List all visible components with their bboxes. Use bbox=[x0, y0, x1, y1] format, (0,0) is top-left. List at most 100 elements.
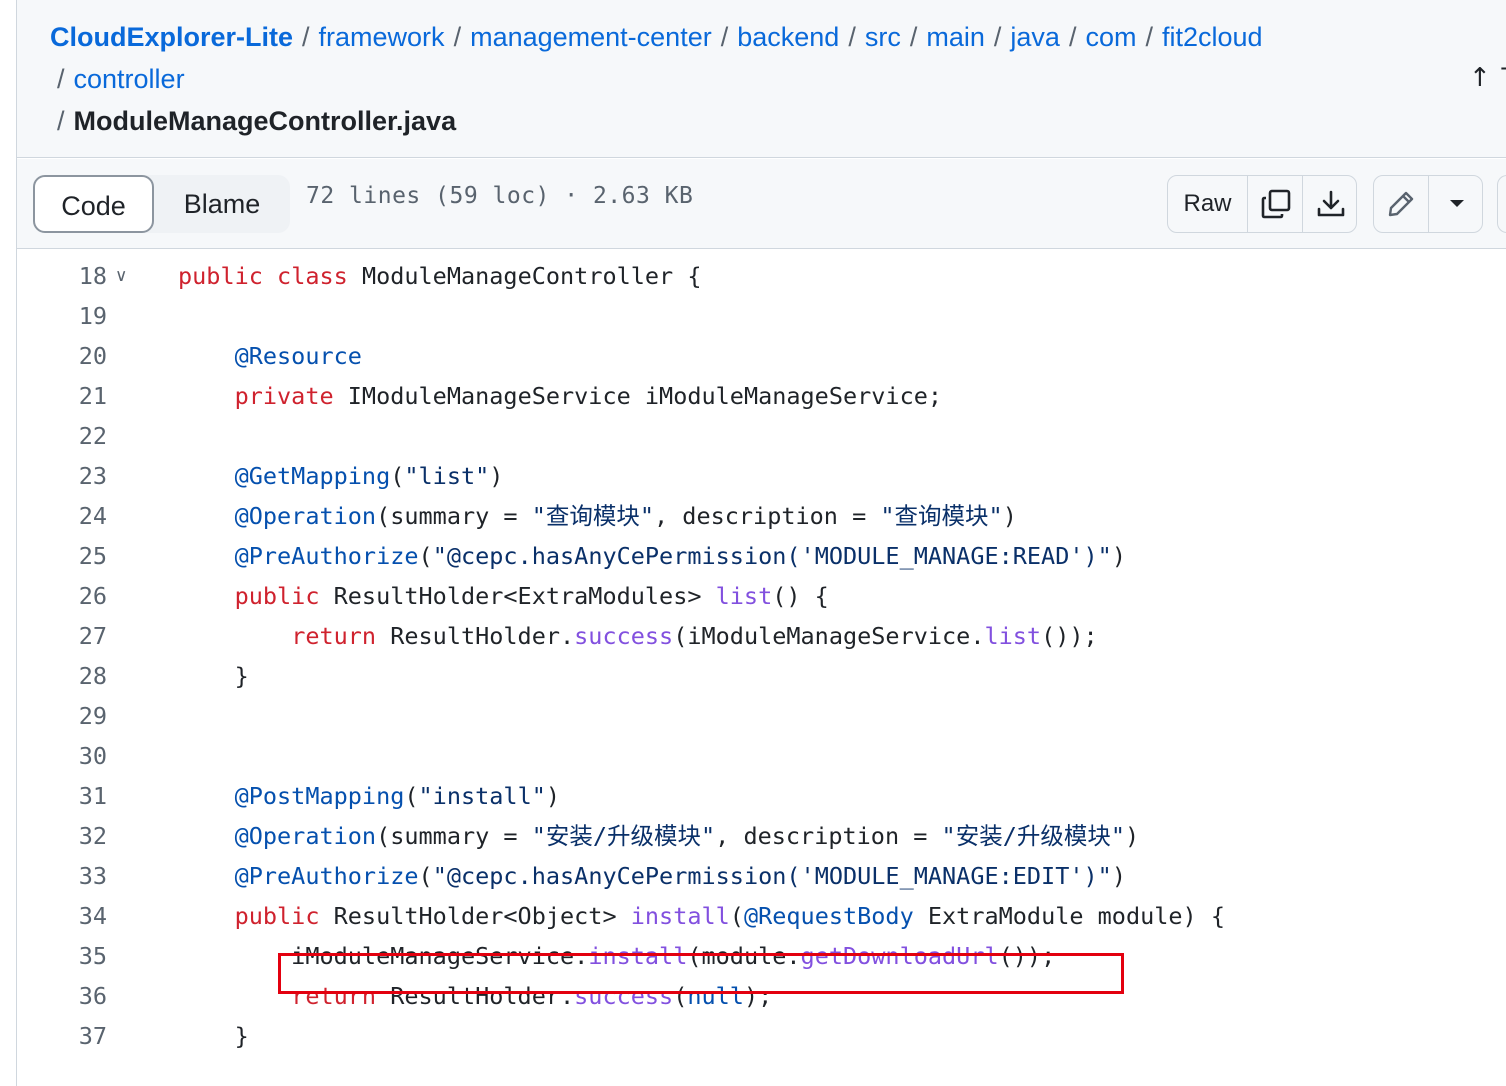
code-token-string: "查询模块" bbox=[880, 502, 1003, 530]
code-token-method: install bbox=[630, 902, 730, 930]
code-token-plain: ) bbox=[489, 462, 504, 490]
breadcrumb-link-fit2cloud[interactable]: fit2cloud bbox=[1162, 22, 1263, 52]
code-token-plain: ( bbox=[418, 862, 433, 890]
breadcrumb-repo-link[interactable]: CloudExplorer-Lite bbox=[50, 22, 293, 52]
line-number[interactable]: 31 bbox=[17, 776, 107, 816]
chevron-down-icon[interactable]: ∨ bbox=[115, 256, 127, 296]
code-token-method: getDownloadUrl bbox=[800, 942, 999, 970]
file-header: CloudExplorer-Lite / framework / management-… bbox=[17, 0, 1506, 158]
line-number[interactable]: 21 bbox=[17, 376, 107, 416]
copy-raw-button[interactable] bbox=[1249, 176, 1303, 232]
code-text: @PreAuthorize("@cepc.hasAnyCePermission(… bbox=[178, 856, 1126, 896]
code-token-plain: ( bbox=[418, 542, 433, 570]
line-number[interactable]: 33 bbox=[17, 856, 107, 896]
code-token-plain: ()); bbox=[1041, 622, 1098, 650]
code-text: public ResultHolder<ExtraModules> list()… bbox=[178, 576, 829, 616]
line-number[interactable]: 25 bbox=[17, 536, 107, 576]
code-line: 26 public ResultHolder<ExtraModules> lis… bbox=[17, 576, 1506, 616]
line-number[interactable]: 24 bbox=[17, 496, 107, 536]
code-line: 32 @Operation(summary = "安装/升级模块", descr… bbox=[17, 816, 1506, 856]
code-token-plain: ) bbox=[1002, 502, 1017, 530]
breadcrumb-separator: / bbox=[720, 22, 729, 52]
line-number[interactable]: 35 bbox=[17, 936, 107, 976]
code-line: 22 bbox=[17, 416, 1506, 456]
code-token-keyword: public bbox=[234, 902, 320, 930]
code-token-plain: ( bbox=[673, 982, 688, 1010]
code-token-method: list bbox=[715, 582, 773, 610]
code-token-plain: ) bbox=[1125, 822, 1140, 850]
code-token-plain: (module. bbox=[687, 942, 801, 970]
breadcrumb-link-src[interactable]: src bbox=[865, 22, 901, 52]
code-token-plain: ResultHolder. bbox=[376, 982, 575, 1010]
line-number[interactable]: 19 bbox=[17, 296, 107, 336]
code-token-plain: (iModuleManageService. bbox=[673, 622, 985, 650]
code-line: 23 @GetMapping("list") bbox=[17, 456, 1506, 496]
line-number[interactable]: 20 bbox=[17, 336, 107, 376]
breadcrumb-link-main[interactable]: main bbox=[926, 22, 985, 52]
raw-button[interactable]: Raw bbox=[1168, 176, 1248, 232]
code-line: 18 ∨ public class ModuleManageController { bbox=[17, 256, 1506, 296]
code-token-method: list bbox=[984, 622, 1042, 650]
breadcrumb-current-file: ModuleManageController.java bbox=[73, 106, 457, 136]
code-text: return ResultHolder.success(iModuleManag… bbox=[178, 616, 1098, 656]
code-text: iModuleManageService.install(module.getD… bbox=[178, 936, 1055, 976]
breadcrumb-link-com[interactable]: com bbox=[1085, 22, 1136, 52]
breadcrumb-row-1: CloudExplorer-Lite / framework / management-… bbox=[50, 19, 1263, 55]
code-token-method: success bbox=[574, 622, 674, 650]
code-line: 34 public ResultHolder<Object> install(@… bbox=[17, 896, 1506, 936]
edit-file-button[interactable] bbox=[1374, 176, 1429, 232]
line-number[interactable]: 18 bbox=[17, 256, 107, 296]
code-line: 35 iModuleManageService.install(module.g… bbox=[17, 936, 1506, 976]
line-number[interactable]: 29 bbox=[17, 696, 107, 736]
line-number[interactable]: 32 bbox=[17, 816, 107, 856]
code-text: @Resource bbox=[178, 336, 362, 376]
line-number[interactable]: 30 bbox=[17, 736, 107, 776]
tab-code[interactable]: Code bbox=[33, 175, 154, 233]
line-number[interactable]: 28 bbox=[17, 656, 107, 696]
more-edit-options-button[interactable] bbox=[1430, 176, 1482, 232]
raw-actions-group: Raw bbox=[1167, 175, 1357, 233]
file-toolbar: Code Blame 72 lines (59 loc) · 2.63 KB R… bbox=[17, 159, 1506, 249]
code-token-annot: @PreAuthorize bbox=[234, 542, 419, 570]
download-button[interactable] bbox=[1304, 176, 1356, 232]
line-number[interactable]: 22 bbox=[17, 416, 107, 456]
breadcrumb-link-framework[interactable]: framework bbox=[319, 22, 445, 52]
view-mode-switch: Code Blame bbox=[33, 175, 290, 233]
code-text: return ResultHolder.success(null); bbox=[178, 976, 772, 1016]
line-number[interactable]: 37 bbox=[17, 1016, 107, 1056]
line-number[interactable]: 27 bbox=[17, 616, 107, 656]
arrow-up-icon: ↑ bbox=[1469, 63, 1491, 93]
tab-blame[interactable]: Blame bbox=[154, 175, 290, 233]
top-button[interactable]: ↑T bbox=[1469, 62, 1506, 93]
line-number[interactable]: 26 bbox=[17, 576, 107, 616]
code-text: @Operation(summary = "安装/升级模块", descript… bbox=[178, 816, 1140, 856]
edit-actions-group bbox=[1373, 175, 1483, 233]
code-token-string: "@cepc.hasAnyCePermission('MODULE_MANAGE… bbox=[432, 862, 1112, 890]
breadcrumb-link-management-center[interactable]: management-center bbox=[470, 22, 712, 52]
line-number[interactable]: 36 bbox=[17, 976, 107, 1016]
code-text: @Operation(summary = "查询模块", description… bbox=[178, 496, 1017, 536]
line-number[interactable]: 23 bbox=[17, 456, 107, 496]
line-number[interactable]: 34 bbox=[17, 896, 107, 936]
code-token-annot: @PreAuthorize bbox=[234, 862, 419, 890]
code-token-plain: ) bbox=[1111, 542, 1126, 570]
breadcrumb-link-controller[interactable]: controller bbox=[74, 64, 185, 94]
code-line: 29 bbox=[17, 696, 1506, 736]
code-token-plain: ) bbox=[545, 782, 561, 810]
code-text: @GetMapping("list") bbox=[178, 456, 504, 496]
symbols-panel-button[interactable] bbox=[1497, 175, 1506, 233]
code-token-plain: ( bbox=[729, 902, 744, 930]
code-token-plain: ModuleManageController { bbox=[347, 262, 702, 290]
breadcrumb-link-java[interactable]: java bbox=[1010, 22, 1060, 52]
breadcrumb-link-backend[interactable]: backend bbox=[737, 22, 839, 52]
code-view: 17@Tag(name = "模块管理")18∨public class Mod… bbox=[17, 250, 1506, 1086]
breadcrumb-separator: / bbox=[57, 64, 65, 94]
